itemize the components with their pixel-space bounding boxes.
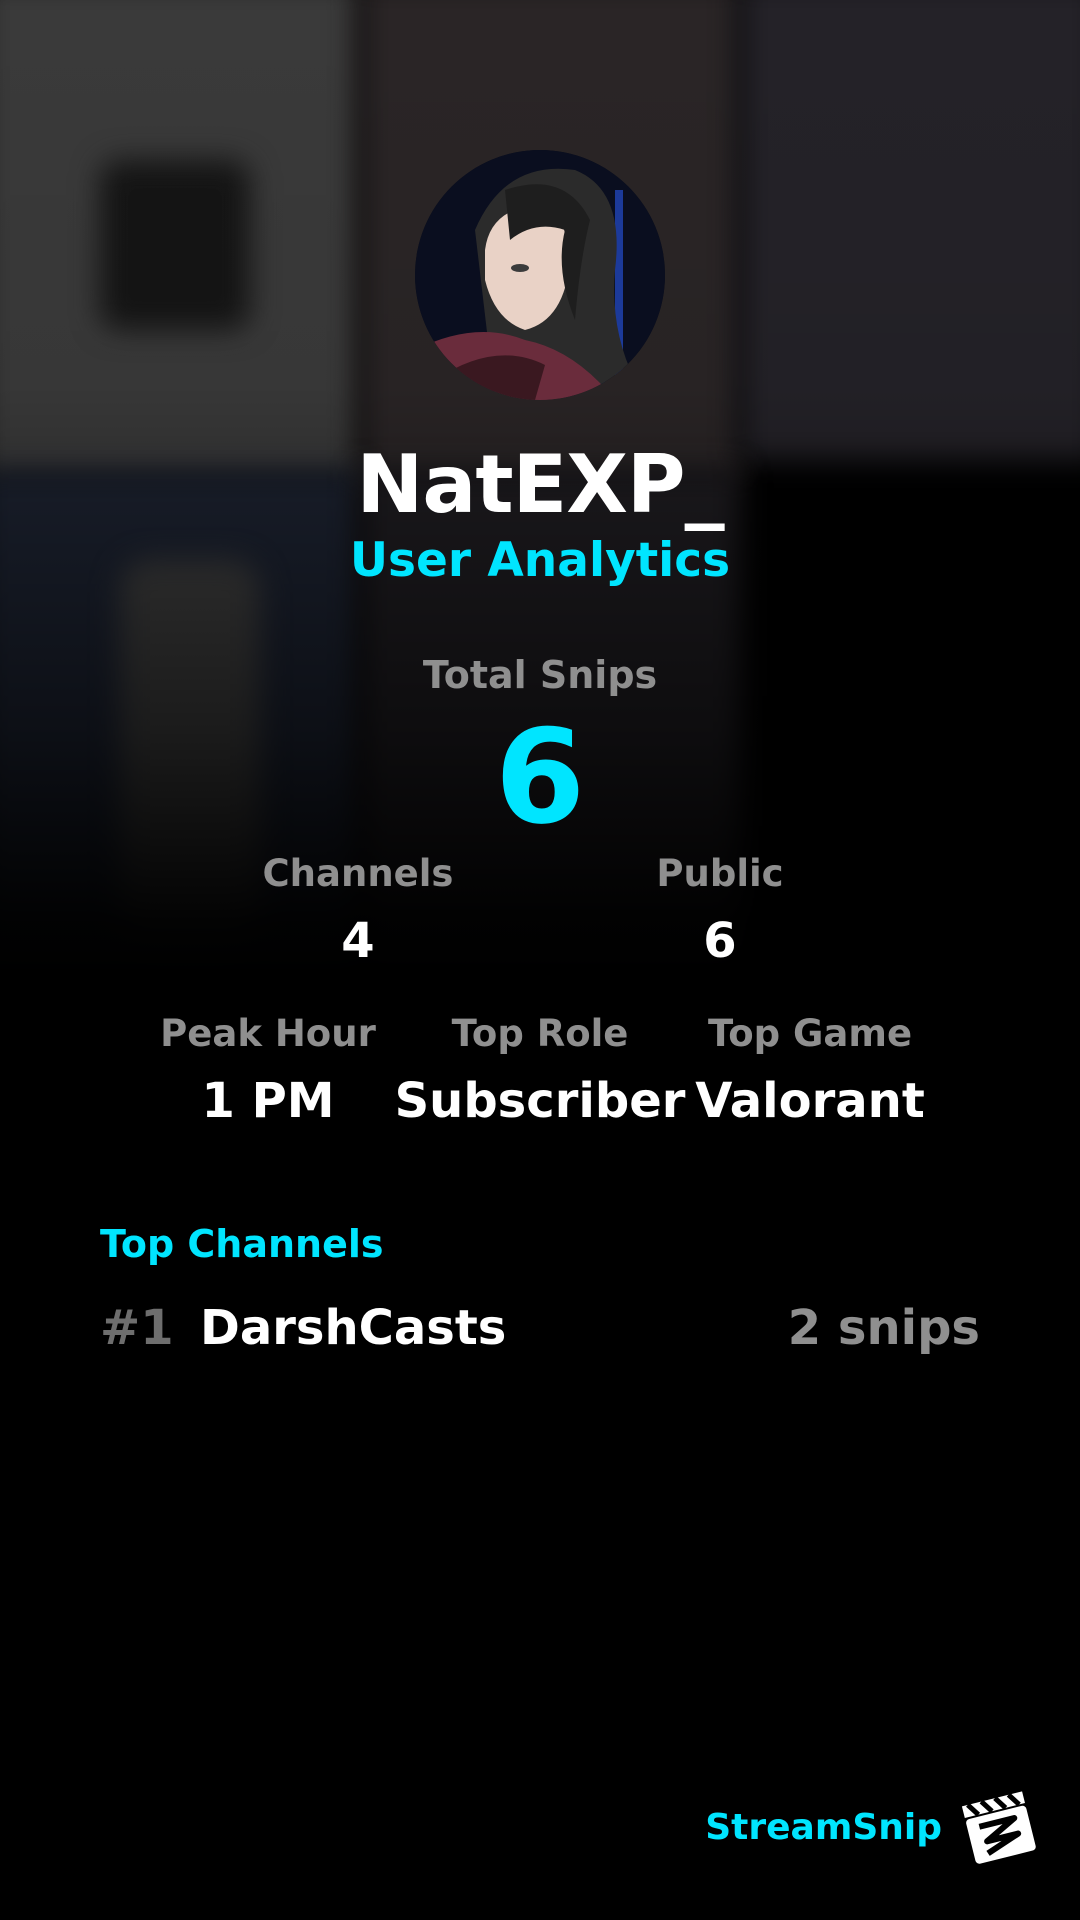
- public-stat: Public 6: [580, 852, 860, 969]
- total-snips-label: Total Snips: [422, 653, 658, 697]
- public-value: 6: [703, 913, 737, 969]
- peak-hour-label: Peak Hour: [160, 1012, 376, 1055]
- top-game-stat: Top Game Valorant: [660, 1012, 960, 1129]
- peak-hour-stat: Peak Hour 1 PM: [118, 1012, 418, 1129]
- channel-rank: #1: [100, 1300, 174, 1356]
- brand-footer: StreamSnip: [705, 1786, 1040, 1868]
- channel-snip-count: 2 snips: [787, 1300, 980, 1356]
- channels-stat: Channels 4: [218, 852, 498, 969]
- channels-label: Channels: [262, 852, 454, 895]
- top-role-stat: Top Role Subscriber: [390, 1012, 690, 1129]
- list-item: #1 DarshCasts 2 snips: [100, 1300, 980, 1364]
- clapperboard-icon: [961, 1791, 1036, 1864]
- top-channels-title: Top Channels: [100, 1222, 384, 1266]
- top-role-label: Top Role: [451, 1012, 629, 1055]
- public-label: Public: [656, 852, 784, 895]
- top-game-value: Valorant: [695, 1073, 925, 1129]
- top-game-label: Top Game: [707, 1012, 913, 1055]
- channels-value: 4: [341, 913, 375, 969]
- username: NatEXP_: [356, 438, 724, 531]
- avatar: [415, 150, 665, 400]
- channel-name: DarshCasts: [200, 1300, 507, 1356]
- avatar-illustration: [415, 150, 665, 400]
- brand-name: StreamSnip: [705, 1806, 942, 1848]
- page-subtitle: User Analytics: [349, 533, 731, 588]
- peak-hour-value: 1 PM: [201, 1073, 335, 1129]
- top-role-value: Subscriber: [394, 1073, 686, 1129]
- total-snips-value: 6: [494, 701, 586, 853]
